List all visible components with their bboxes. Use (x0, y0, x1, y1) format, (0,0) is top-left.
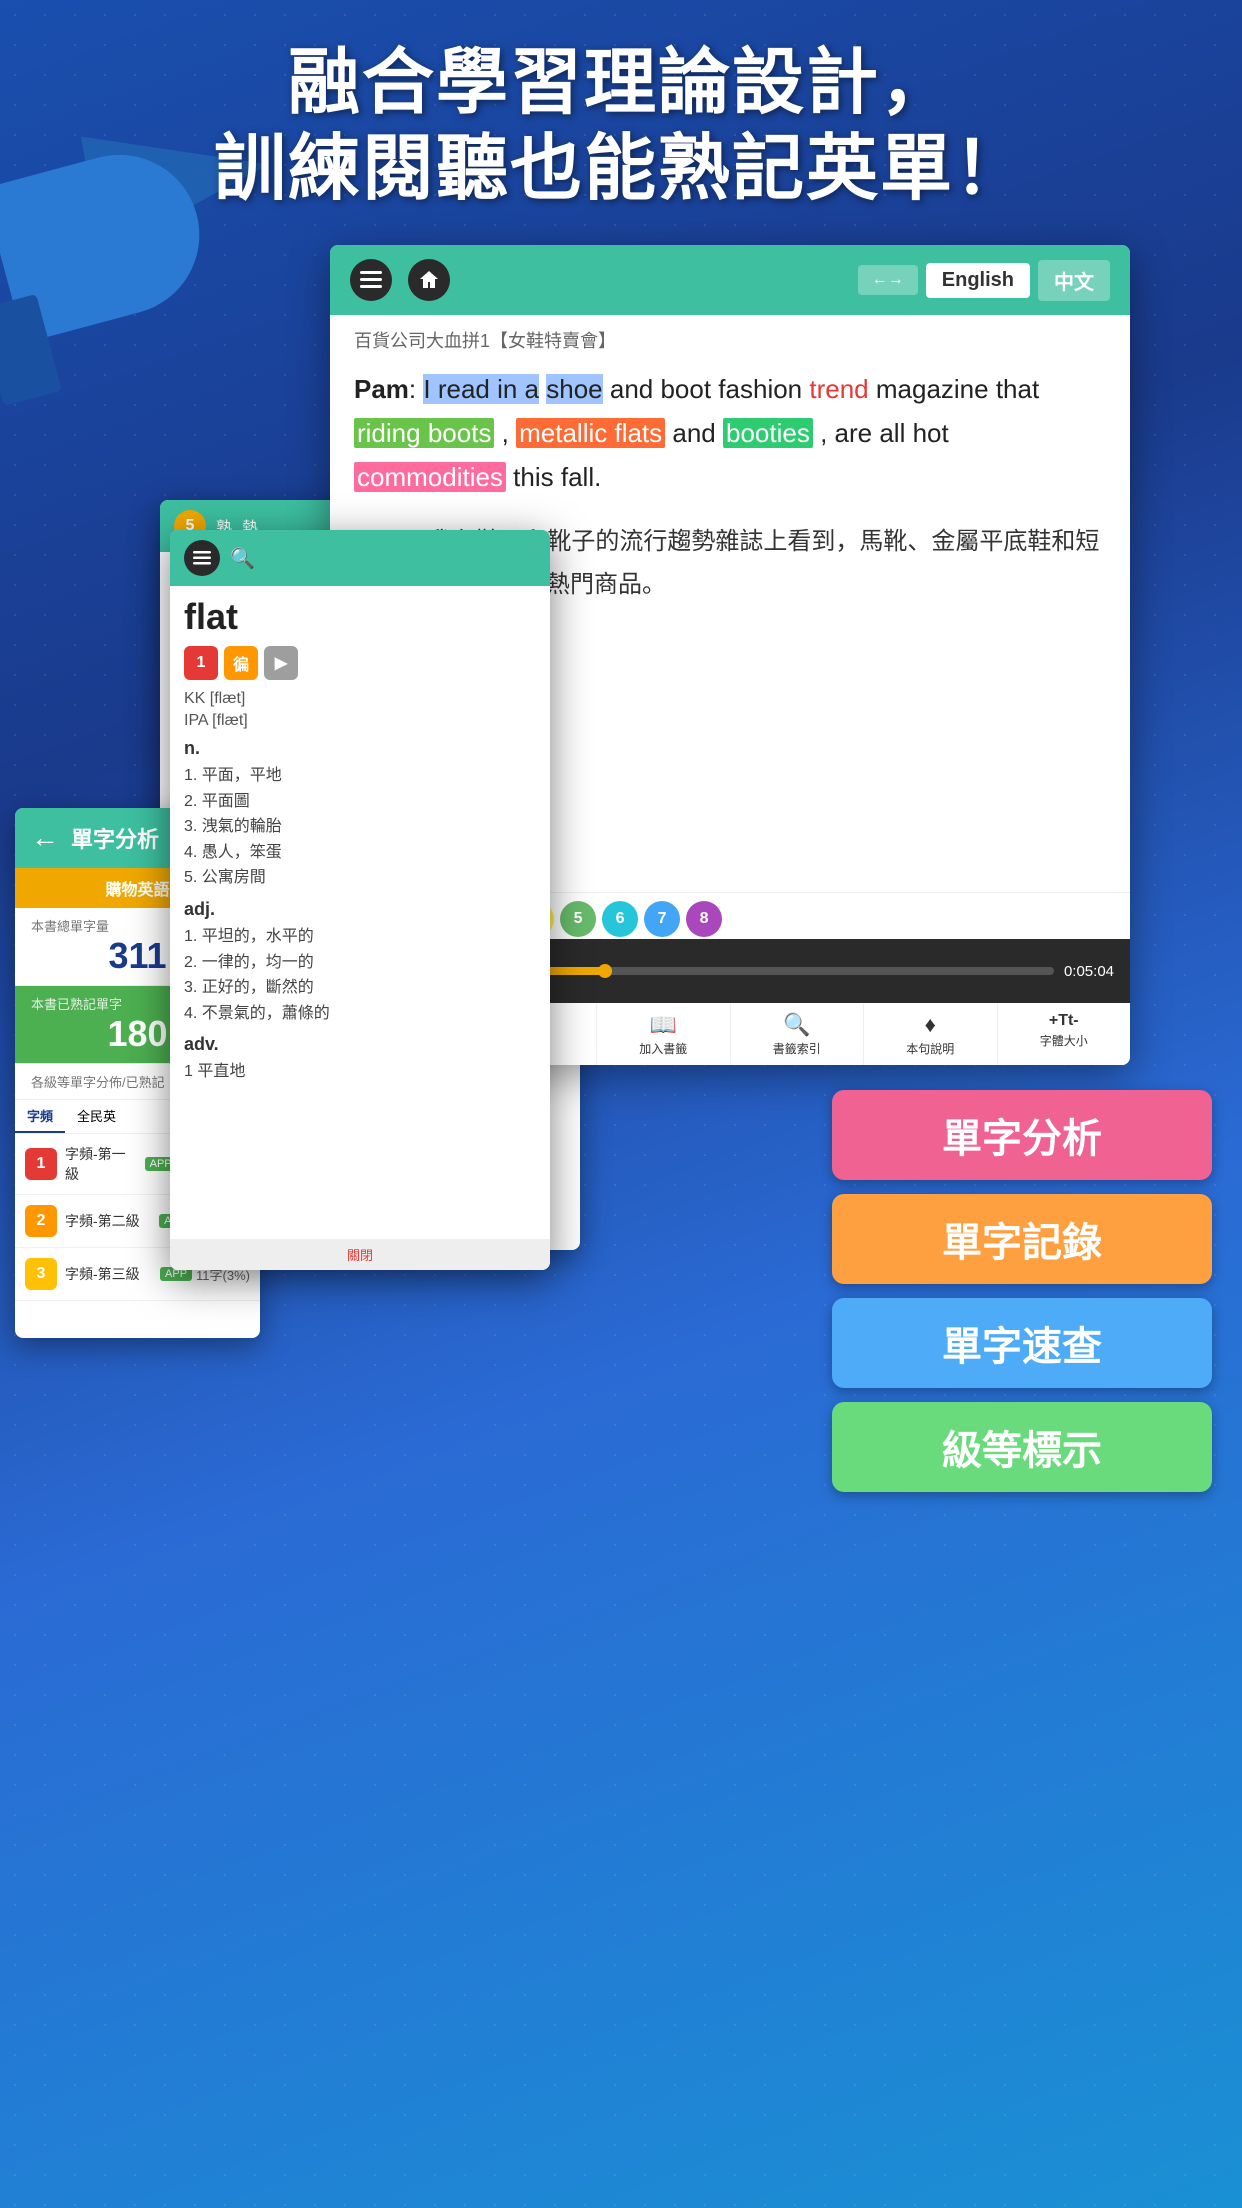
highlight-riding-boots: riding boots (354, 418, 494, 448)
word-record-button[interactable]: 單字記錄 (832, 1194, 1212, 1284)
wa-item-text-1: 字頻-第一級 (65, 1144, 137, 1184)
dict-badge-1: 1 (184, 646, 218, 680)
title-line1: 融合學習理論設計， (40, 40, 1202, 126)
menu-icon[interactable] (350, 259, 392, 301)
reader-text-english: Pam: I read in a shoe and boot fashion t… (354, 367, 1106, 500)
toolbar-bookmark-btn[interactable]: 📖 加入書籤 (597, 1004, 731, 1065)
toolbar-font-btn[interactable]: +Tt- 字體大小 (998, 1004, 1131, 1065)
wa-item-text-3: 字頻-第三級 (65, 1264, 152, 1284)
title-line2: 訓練閱聽也能熟記英單！ (40, 126, 1202, 212)
title-area: 融合學習理論設計， 訓練閱聽也能熟記英單！ (0, 40, 1242, 213)
dict-header: 🔍 (170, 530, 550, 586)
word-analysis-button[interactable]: 單字分析 (832, 1090, 1212, 1180)
font-label: 字體大小 (1040, 1032, 1088, 1049)
speaker-name: Pam (354, 374, 409, 404)
wa-back-button[interactable]: ← (31, 822, 59, 854)
dict-badge-3: ▶ (264, 646, 298, 680)
home-icon[interactable] (408, 259, 450, 301)
dict-close-bar: 關閉 (170, 1239, 550, 1270)
audio-total-time: 0:05:04 (1064, 963, 1114, 980)
dict-word: flat (184, 596, 536, 638)
explain-icon: ♦ (925, 1012, 936, 1038)
dict-search-icon: 🔍 (230, 546, 255, 571)
bookmark-icon: 📖 (650, 1012, 677, 1038)
dict-pos-noun: n. (184, 738, 536, 759)
font-icon: +Tt- (1049, 1012, 1079, 1030)
dict-def-adj: 1. 平坦的，水平的 2. 一律的，均一的 3. 正好的，斷然的 4. 不景氣的… (184, 924, 536, 1026)
toolbar-explain-btn[interactable]: ♦ 本句說明 (864, 1004, 998, 1065)
dict-content: flat 1 徧 ▶ KK [flæt] IPA [flæt] n. 1. 平面… (170, 586, 550, 1270)
dictionary-popup: 🔍 flat 1 徧 ▶ KK [flæt] IPA [flæt] n. 1. … (170, 530, 550, 1270)
toolbar-index-btn[interactable]: 🔍 書籤索引 (731, 1004, 865, 1065)
index-icon: 🔍 (783, 1012, 810, 1038)
highlight-trend: trend (809, 374, 868, 404)
english-lang-button[interactable]: English (926, 263, 1030, 298)
freq-dot-7[interactable]: 7 (644, 901, 680, 937)
dict-phonetic-ipa: IPA [flæt] (184, 712, 536, 730)
highlight-i: I read in a (423, 374, 539, 404)
reader-header: ←→ English 中文 (330, 245, 1130, 315)
freq-dot-5[interactable]: 5 (560, 901, 596, 937)
dict-phonetic-kk: KK [flæt] (184, 690, 536, 708)
highlight-shoe: shoe (546, 374, 602, 404)
freq-dot-8[interactable]: 8 (686, 901, 722, 937)
reader-header-right: ←→ English 中文 (858, 260, 1110, 301)
dict-pos-adj: adj. (184, 899, 536, 920)
reader-header-left (350, 259, 450, 301)
wa-tab-freq[interactable]: 字頻 (15, 1100, 65, 1133)
dict-badge-2: 徧 (224, 646, 258, 680)
bookmark-label: 加入書籤 (639, 1040, 687, 1057)
index-label: 書籤索引 (773, 1040, 821, 1057)
highlight-metallic-flats: metallic flats (516, 418, 665, 448)
dict-pos-adv: adv. (184, 1034, 536, 1055)
reader-subtitle: 百貨公司大血拼1【女鞋特賣會】 (330, 315, 1130, 357)
wa-item-text-2: 字頻-第二級 (65, 1211, 151, 1231)
dict-def-adv: 1 平直地 (184, 1059, 536, 1085)
freq-dot-6[interactable]: 6 (602, 901, 638, 937)
dict-def-noun: 1. 平面，平地 2. 平面圖 3. 洩氣的輪胎 4. 愚人，笨蛋 5. 公寓房… (184, 763, 536, 891)
wa-tab-national[interactable]: 全民英 (65, 1100, 128, 1133)
arrow-button[interactable]: ←→ (858, 265, 918, 295)
highlight-commodities: commodities (354, 462, 506, 492)
chinese-lang-button[interactable]: 中文 (1038, 260, 1110, 301)
explain-label: 本句說明 (906, 1040, 954, 1057)
wa-badge-3: 3 (25, 1258, 57, 1290)
wa-badge-1: 1 (25, 1148, 57, 1180)
wa-badge-2: 2 (25, 1205, 57, 1237)
progress-dot (598, 964, 612, 978)
dict-close-label: 關閉 (347, 1245, 373, 1264)
dict-badges: 1 徧 ▶ (184, 646, 536, 680)
wa-title: 單字分析 (71, 822, 159, 854)
highlight-booties: booties (723, 418, 813, 448)
progress-bar[interactable] (513, 967, 1054, 975)
level-mark-button[interactable]: 級等標示 (832, 1402, 1212, 1492)
word-lookup-button[interactable]: 單字速查 (832, 1298, 1212, 1388)
dict-menu-icon (184, 540, 220, 576)
feature-buttons: 單字分析 單字記錄 單字速查 級等標示 (832, 1090, 1212, 1492)
